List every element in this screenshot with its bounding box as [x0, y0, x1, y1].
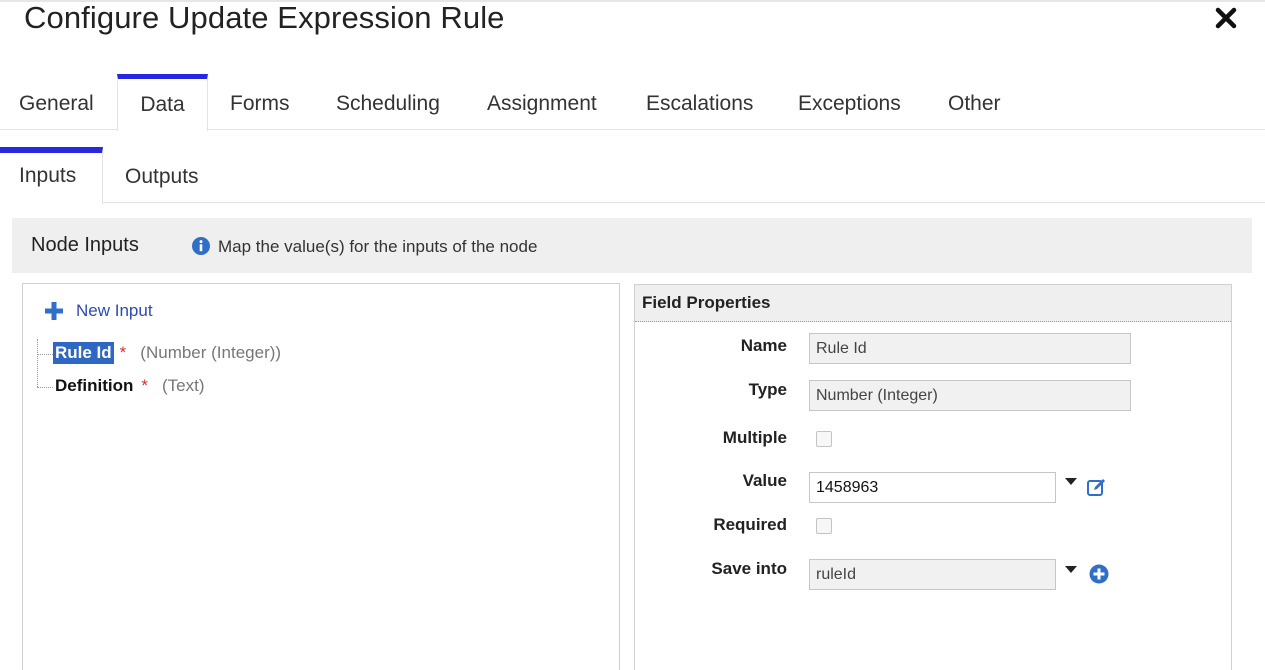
name-label: Name — [740, 336, 787, 355]
tab-escalations[interactable]: Escalations — [646, 74, 753, 130]
type-field[interactable]: Number (Integer) — [809, 380, 1131, 411]
value-dropdown-caret-icon[interactable] — [1064, 477, 1078, 487]
save-into-label: Save into — [711, 559, 787, 578]
edit-expression-icon[interactable] — [1086, 476, 1108, 498]
tab-exceptions[interactable]: Exceptions — [798, 74, 901, 130]
field-properties-title: Field Properties — [635, 285, 1231, 322]
tree-item-definition[interactable]: Definition * (Text) — [53, 375, 205, 397]
dialog-title: Configure Update Expression Rule — [24, 0, 505, 35]
sub-tab-bar: Inputs Outputs — [0, 147, 1265, 204]
type-label: Type — [748, 380, 787, 399]
tree-item-type: (Number (Integer)) — [140, 343, 282, 362]
save-into-field[interactable]: ruleId — [809, 559, 1056, 590]
subtab-inputs[interactable]: Inputs — [0, 147, 103, 204]
add-circle-icon[interactable] — [1089, 564, 1109, 584]
new-input-button[interactable]: New Input — [45, 301, 153, 321]
tree-connector — [37, 339, 38, 387]
multiple-label: Multiple — [722, 428, 787, 447]
field-properties-panel: Field Properties Name Rule Id Type Numbe… — [634, 284, 1232, 670]
required-label: Required — [713, 515, 787, 534]
tree-item-rule-id[interactable]: Rule Id * (Number (Integer)) — [53, 342, 281, 364]
tab-general[interactable]: General — [19, 74, 94, 130]
node-inputs-header: Node Inputs Map the value(s) for the inp… — [12, 218, 1252, 273]
required-checkbox[interactable] — [816, 518, 832, 534]
tree-connector — [37, 354, 53, 355]
close-button[interactable] — [1212, 4, 1240, 32]
value-field[interactable]: 1458963 — [809, 472, 1056, 503]
new-input-label: New Input — [76, 301, 153, 320]
tree-item-type: (Text) — [162, 376, 205, 395]
tab-scheduling[interactable]: Scheduling — [336, 74, 440, 130]
main-tab-bar: General Data Forms Scheduling Assignment… — [0, 74, 1265, 131]
info-icon — [192, 237, 210, 255]
name-field[interactable]: Rule Id — [809, 333, 1131, 364]
tree-connector — [37, 387, 53, 388]
node-inputs-description: Map the value(s) for the inputs of the n… — [218, 237, 538, 256]
required-indicator: * — [119, 343, 127, 362]
value-label: Value — [742, 471, 787, 490]
tab-forms[interactable]: Forms — [230, 74, 290, 130]
plus-icon — [45, 302, 63, 320]
close-icon — [1215, 7, 1237, 29]
tab-assignment[interactable]: Assignment — [487, 74, 597, 130]
node-inputs-tree-panel: New Input Rule Id * (Number (Integer)) D… — [22, 283, 620, 670]
node-inputs-title: Node Inputs — [31, 234, 139, 256]
required-indicator: * — [141, 376, 149, 395]
save-into-dropdown-caret-icon[interactable] — [1064, 565, 1078, 575]
multiple-checkbox[interactable] — [816, 431, 832, 447]
tab-data[interactable]: Data — [117, 74, 208, 131]
tab-other[interactable]: Other — [948, 74, 1001, 130]
tree-item-name: Definition — [55, 376, 134, 395]
subtab-outputs[interactable]: Outputs — [125, 147, 199, 203]
tree-item-name: Rule Id — [53, 342, 114, 364]
